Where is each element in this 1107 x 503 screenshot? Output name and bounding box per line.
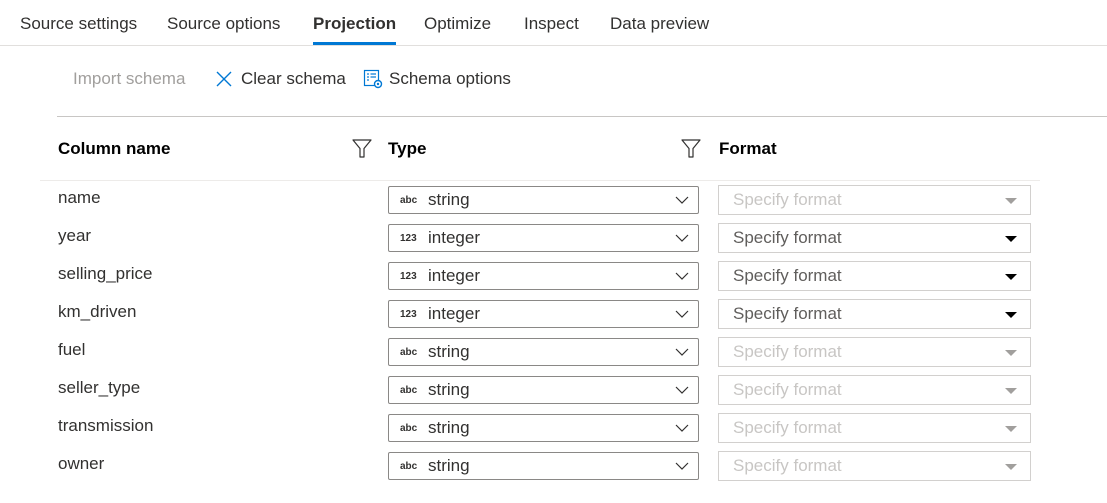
type-dropdown[interactable]: 123 integer xyxy=(388,224,699,252)
chevron-down-icon xyxy=(675,462,689,470)
caret-down-icon xyxy=(1005,350,1017,356)
schema-options-label: Schema options xyxy=(389,69,511,88)
filter-icon[interactable] xyxy=(681,139,701,159)
schema-settings-icon xyxy=(363,69,383,89)
type-dropdown[interactable]: 123 integer xyxy=(388,262,699,290)
tab-source-options[interactable]: Source options xyxy=(167,14,280,34)
format-dropdown: Specify format xyxy=(718,375,1031,405)
tab-bar: Source settings Source options Projectio… xyxy=(0,0,1107,46)
caret-down-icon xyxy=(1005,388,1017,394)
column-name-header: Column name xyxy=(58,139,171,158)
type-header: Type xyxy=(388,139,427,158)
tab-source-settings[interactable]: Source settings xyxy=(20,14,137,34)
string-type-icon: abc xyxy=(400,460,418,472)
tab-optimize[interactable]: Optimize xyxy=(424,14,491,34)
type-dropdown[interactable]: abc string xyxy=(388,186,699,214)
column-name-cell: seller_type xyxy=(58,378,141,397)
column-name-cell: year xyxy=(58,226,92,245)
format-placeholder: Specify format xyxy=(733,342,842,361)
type-dropdown[interactable]: abc string xyxy=(388,452,699,480)
type-dropdown[interactable]: abc string xyxy=(388,414,699,442)
caret-down-icon xyxy=(1005,312,1017,318)
type-dropdown[interactable]: abc string xyxy=(388,376,699,404)
caret-down-icon xyxy=(1005,198,1017,204)
column-name-cell: fuel xyxy=(58,340,86,359)
header-divider xyxy=(40,180,1040,181)
type-dropdown[interactable]: abc string xyxy=(388,338,699,366)
chevron-down-icon xyxy=(675,272,689,280)
column-name-cell: km_driven xyxy=(58,302,137,321)
integer-type-icon: 123 xyxy=(400,270,417,282)
format-dropdown[interactable]: Specify format xyxy=(718,299,1031,329)
integer-type-icon: 123 xyxy=(400,308,417,320)
column-name-cell: selling_price xyxy=(58,264,153,283)
clear-schema-label: Clear schema xyxy=(241,69,346,88)
format-dropdown[interactable]: Specify format xyxy=(718,261,1031,291)
format-placeholder: Specify format xyxy=(733,228,842,247)
chevron-down-icon xyxy=(675,386,689,394)
format-dropdown: Specify format xyxy=(718,413,1031,443)
caret-down-icon xyxy=(1005,236,1017,242)
format-dropdown: Specify format xyxy=(718,337,1031,367)
format-dropdown: Specify format xyxy=(718,185,1031,215)
string-type-icon: abc xyxy=(400,384,418,396)
caret-down-icon xyxy=(1005,426,1017,432)
string-type-icon: abc xyxy=(400,422,418,434)
format-dropdown[interactable]: Specify format xyxy=(718,223,1031,253)
caret-down-icon xyxy=(1005,464,1017,470)
caret-down-icon xyxy=(1005,274,1017,280)
type-value: string xyxy=(428,456,470,475)
chevron-down-icon xyxy=(675,310,689,318)
format-placeholder: Specify format xyxy=(733,190,842,209)
column-name-cell: name xyxy=(58,188,101,207)
toolbar: Import schema Clear schema Schema option… xyxy=(57,60,1107,117)
import-schema-label: Import schema xyxy=(73,69,186,88)
string-type-icon: abc xyxy=(400,346,418,358)
import-schema-button[interactable]: Import schema xyxy=(73,69,185,89)
integer-type-icon: 123 xyxy=(400,232,417,244)
close-icon xyxy=(216,71,232,87)
type-value: string xyxy=(428,418,470,437)
chevron-down-icon xyxy=(675,234,689,242)
type-value: integer xyxy=(428,228,480,247)
format-dropdown: Specify format xyxy=(718,451,1031,481)
string-type-icon: abc xyxy=(400,194,418,206)
clear-schema-button[interactable]: Clear schema xyxy=(215,69,346,89)
chevron-down-icon xyxy=(675,196,689,204)
tab-projection[interactable]: Projection xyxy=(313,14,397,45)
column-name-cell: transmission xyxy=(58,416,154,435)
filter-icon[interactable] xyxy=(352,139,372,159)
format-header: Format xyxy=(719,139,777,158)
type-value: string xyxy=(428,190,470,209)
chevron-down-icon xyxy=(675,348,689,356)
type-value: integer xyxy=(428,304,480,323)
format-placeholder: Specify format xyxy=(733,456,842,475)
type-value: string xyxy=(428,380,470,399)
tab-data-preview[interactable]: Data preview xyxy=(610,14,709,34)
format-placeholder: Specify format xyxy=(733,418,842,437)
schema-options-button[interactable]: Schema options xyxy=(363,69,511,89)
format-placeholder: Specify format xyxy=(733,380,842,399)
chevron-down-icon xyxy=(675,424,689,432)
type-value: integer xyxy=(428,266,480,285)
type-dropdown[interactable]: 123 integer xyxy=(388,300,699,328)
tab-inspect[interactable]: Inspect xyxy=(524,14,579,34)
type-value: string xyxy=(428,342,470,361)
format-placeholder: Specify format xyxy=(733,304,842,323)
column-name-cell: owner xyxy=(58,454,105,473)
format-placeholder: Specify format xyxy=(733,266,842,285)
